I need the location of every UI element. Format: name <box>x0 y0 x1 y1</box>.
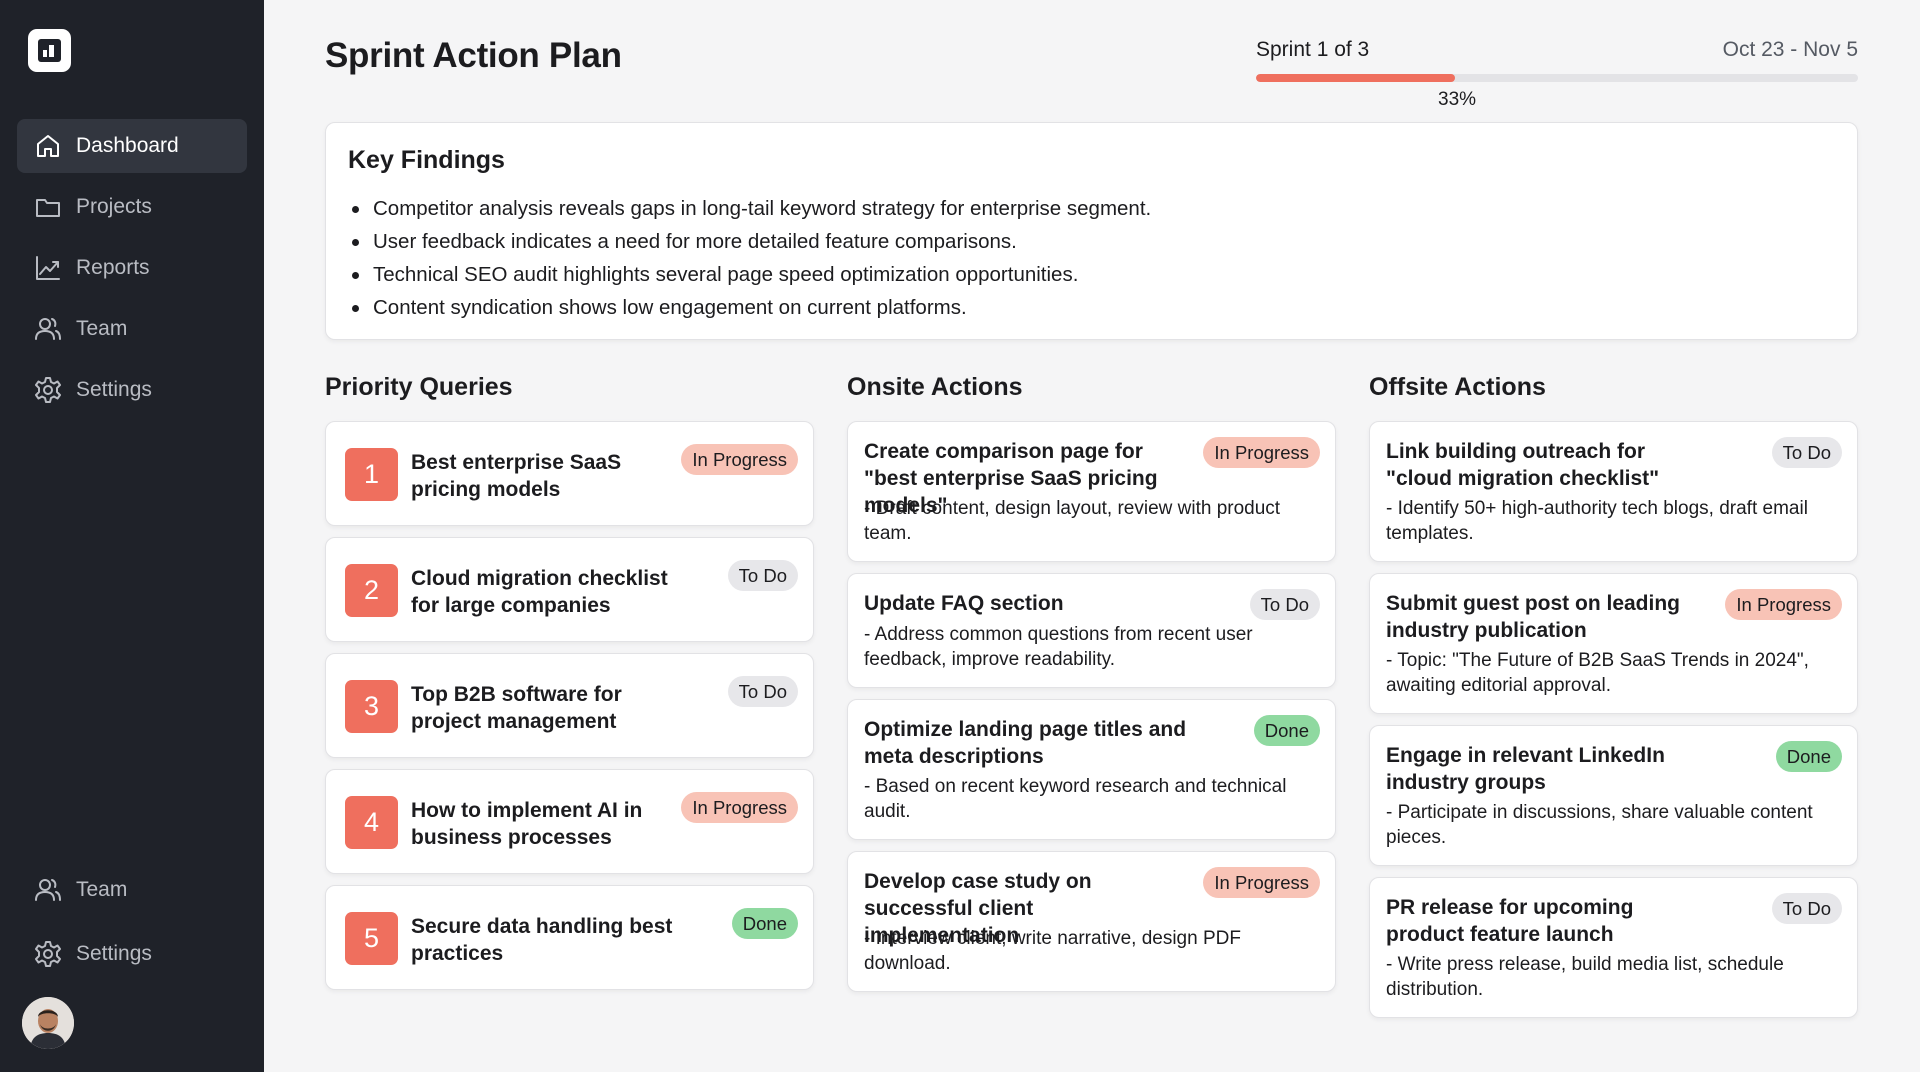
action-description: - Write press release, build media list,… <box>1386 954 1784 1000</box>
sidebar-item-label: Settings <box>76 378 152 401</box>
status-badge: Done <box>1253 715 1320 746</box>
query-number-badge: 5 <box>345 912 398 965</box>
onsite-action-card[interactable]: Develop case study on successful client … <box>847 851 1336 992</box>
offsite-action-card[interactable]: Submit guest post on leading industry pu… <box>1369 573 1858 714</box>
sidebar-item-projects[interactable]: Projects <box>17 180 247 234</box>
key-findings-title: Key Findings <box>348 146 505 174</box>
query-title: Cloud migration checklist for large comp… <box>411 567 668 617</box>
action-title: Optimize landing page titles and meta de… <box>864 718 1187 768</box>
priority-query-card[interactable]: 5 Secure data handling best practices Do… <box>325 885 814 990</box>
priority-query-card[interactable]: 2 Cloud migration checklist for large co… <box>325 537 814 642</box>
action-title: Update FAQ section <box>864 592 1064 615</box>
status-badge: In Progress <box>1203 867 1320 898</box>
action-title: Link building outreach for "cloud migrat… <box>1386 440 1660 490</box>
key-findings-list: Competitor analysis reveals gaps in long… <box>348 192 1151 324</box>
priority-query-card[interactable]: 3 Top B2B software for project managemen… <box>325 653 814 758</box>
status-badge: Done <box>1775 741 1842 772</box>
gear-icon <box>34 940 62 968</box>
gear-icon <box>34 376 62 404</box>
page-title: Sprint Action Plan <box>325 36 622 75</box>
status-badge: To Do <box>727 676 798 707</box>
query-number-badge: 4 <box>345 796 398 849</box>
sidebar: Dashboard Projects Reports Team Settings… <box>0 0 264 1072</box>
bar-chart-logo-icon[interactable] <box>28 29 71 72</box>
finding-item: Technical SEO audit highlights several p… <box>348 258 1151 291</box>
query-number-badge: 1 <box>345 448 398 501</box>
finding-item: Content syndication shows low engagement… <box>348 291 1151 324</box>
query-title: Top B2B software for project management <box>411 683 622 733</box>
query-title: How to implement AI in business processe… <box>411 799 643 849</box>
finding-item: Competitor analysis reveals gaps in long… <box>348 192 1151 225</box>
sidebar-item-dashboard[interactable]: Dashboard <box>17 119 247 173</box>
action-description: - Interview client, write narrative, des… <box>864 928 1241 974</box>
status-badge: Done <box>731 908 798 939</box>
action-title: Engage in relevant LinkedIn industry gro… <box>1386 744 1665 794</box>
users-icon <box>34 315 62 343</box>
line-chart-icon <box>34 254 62 282</box>
sidebar-item-reports[interactable]: Reports <box>17 241 247 295</box>
action-description: - Participate in discussions, share valu… <box>1386 802 1813 848</box>
onsite-action-card[interactable]: Optimize landing page titles and meta de… <box>847 699 1336 840</box>
sidebar-item-label: Dashboard <box>76 134 179 157</box>
action-description: - Address common questions from recent u… <box>864 624 1253 670</box>
onsite-action-card[interactable]: Update FAQ section - Address common ques… <box>847 573 1336 688</box>
status-badge: To Do <box>727 560 798 591</box>
sprint-progress-bar <box>1256 74 1858 82</box>
sprint-dates: Oct 23 - Nov 5 <box>1722 38 1858 61</box>
status-badge: In Progress <box>1725 589 1842 620</box>
sidebar-item-label: Reports <box>76 256 150 279</box>
sidebar-item-label: Projects <box>76 195 152 218</box>
action-description: - Based on recent keyword research and t… <box>864 776 1287 822</box>
status-badge: To Do <box>1771 437 1842 468</box>
key-findings-card: Key Findings Competitor analysis reveals… <box>325 122 1858 340</box>
sidebar-item-label: Team <box>76 878 128 901</box>
query-number-badge: 2 <box>345 564 398 617</box>
sprint-progress-fill <box>1256 74 1455 82</box>
offsite-action-card[interactable]: Engage in relevant LinkedIn industry gro… <box>1369 725 1858 866</box>
finding-item: User feedback indicates a need for more … <box>348 225 1151 258</box>
sidebar-bottom-item-settings[interactable]: Settings <box>17 927 247 981</box>
priority-query-card[interactable]: 4 How to implement AI in business proces… <box>325 769 814 874</box>
onsite-actions-title: Onsite Actions <box>847 373 1023 401</box>
folder-icon <box>34 193 62 221</box>
home-icon <box>34 132 62 160</box>
action-title: Submit guest post on leading industry pu… <box>1386 592 1680 642</box>
users-icon <box>34 876 62 904</box>
sidebar-item-settings[interactable]: Settings <box>17 363 247 417</box>
status-badge: To Do <box>1771 893 1842 924</box>
onsite-action-card[interactable]: Create comparison page for "best enterpr… <box>847 421 1336 562</box>
sidebar-item-label: Settings <box>76 942 152 965</box>
action-title: PR release for upcoming product feature … <box>1386 896 1634 946</box>
status-badge: In Progress <box>681 444 798 475</box>
offsite-actions-title: Offsite Actions <box>1369 373 1546 401</box>
sidebar-item-team[interactable]: Team <box>17 302 247 356</box>
status-badge: In Progress <box>1203 437 1320 468</box>
priority-query-card[interactable]: 1 Best enterprise SaaS pricing models In… <box>325 421 814 526</box>
query-title: Secure data handling best practices <box>411 915 673 965</box>
offsite-action-card[interactable]: PR release for upcoming product feature … <box>1369 877 1858 1018</box>
action-description: - Topic: "The Future of B2B SaaS Trends … <box>1386 650 1809 696</box>
sidebar-item-label: Team <box>76 317 128 340</box>
action-description: - Identify 50+ high-authority tech blogs… <box>1386 498 1808 544</box>
user-avatar[interactable] <box>22 997 74 1049</box>
status-badge: To Do <box>1249 589 1320 620</box>
priority-queries-title: Priority Queries <box>325 373 513 401</box>
status-badge: In Progress <box>681 792 798 823</box>
sprint-label: Sprint 1 of 3 <box>1256 38 1370 61</box>
sidebar-bottom-item-team[interactable]: Team <box>17 863 247 917</box>
query-number-badge: 3 <box>345 680 398 733</box>
offsite-action-card[interactable]: Link building outreach for "cloud migrat… <box>1369 421 1858 562</box>
query-title: Best enterprise SaaS pricing models <box>411 451 622 501</box>
action-description: - Draft content, design layout, review w… <box>864 498 1281 544</box>
sprint-progress-text: 33% <box>1438 89 1477 110</box>
